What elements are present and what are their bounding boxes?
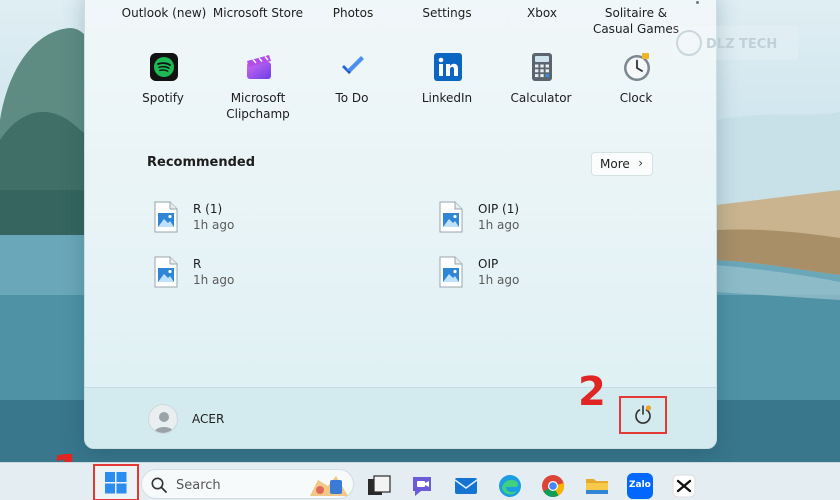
- recommended-item-oip[interactable]: OIP 1h ago: [438, 254, 638, 298]
- clock-icon: [624, 53, 650, 81]
- todo-icon: [342, 56, 364, 74]
- app-settings[interactable]: Settings: [392, 5, 502, 21]
- spotify-icon: [150, 53, 178, 81]
- app-clipchamp-label: Microsoft Clipchamp: [208, 90, 308, 122]
- taskbar: Search Zalo: [0, 462, 840, 500]
- image-file-icon: [154, 201, 178, 233]
- start-menu-footer: ACER: [85, 387, 716, 448]
- clipchamp-icon: [247, 55, 271, 79]
- task-view-icon[interactable]: [366, 473, 392, 499]
- recommended-item-oip1[interactable]: OIP (1) 1h ago: [438, 199, 638, 243]
- app-solitaire-line2: Casual Games: [592, 22, 680, 36]
- power-button[interactable]: [619, 396, 667, 434]
- search-placeholder: Search: [176, 478, 221, 493]
- app-microsoft-store[interactable]: Microsoft Store: [203, 5, 313, 21]
- edge-icon[interactable]: [497, 473, 523, 499]
- recommended-item-name: R: [193, 257, 202, 271]
- recommended-heading: Recommended: [147, 155, 256, 170]
- power-icon: [635, 405, 652, 424]
- recommended-item-time: 1h ago: [478, 218, 520, 232]
- app-spotify[interactable]: Spotify: [113, 52, 213, 132]
- app-todo-label: To Do: [335, 91, 369, 105]
- more-button-label: More: [600, 157, 630, 171]
- image-file-icon: [439, 201, 463, 233]
- image-file-icon: [439, 256, 463, 288]
- app-clock-label: Clock: [619, 91, 653, 105]
- more-button[interactable]: More ›: [591, 152, 653, 176]
- pinned-apps-top-row: Outlook (new) Microsoft Store Photos Set…: [85, 0, 716, 39]
- app-clipchamp-label-line1: Microsoft: [230, 91, 286, 105]
- recommended-item-name: R (1): [193, 202, 223, 216]
- search-highlight-illustration: [310, 476, 348, 496]
- step-2-annotation: 2: [578, 369, 606, 415]
- app-calculator-label: Calculator: [510, 91, 572, 105]
- dlz-tech-watermark: DLZ TECH: [672, 26, 798, 60]
- app-clock[interactable]: Clock: [586, 52, 686, 132]
- linkedin-icon: [434, 53, 462, 81]
- app-linkedin[interactable]: LinkedIn: [397, 52, 497, 132]
- recommended-item-name: OIP: [478, 257, 499, 271]
- image-file-icon: [154, 256, 178, 288]
- app-todo[interactable]: To Do: [302, 52, 402, 132]
- recommended-item-r[interactable]: R 1h ago: [153, 254, 353, 298]
- file-explorer-icon[interactable]: [584, 473, 610, 499]
- recommended-item-name: OIP (1): [478, 202, 520, 216]
- recommended-item-r1[interactable]: R (1) 1h ago: [153, 199, 353, 243]
- svg-text:DLZ TECH: DLZ TECH: [706, 37, 777, 52]
- user-name[interactable]: ACER: [192, 412, 224, 426]
- app-calculator[interactable]: Calculator: [491, 52, 591, 132]
- taskbar-search-box[interactable]: Search: [141, 469, 354, 499]
- zalo-icon-text: Zalo: [629, 480, 651, 490]
- user-icon: [154, 412, 174, 433]
- chrome-icon[interactable]: [540, 473, 566, 499]
- start-menu: Outlook (new) Microsoft Store Photos Set…: [84, 0, 717, 449]
- start-button[interactable]: [93, 464, 139, 500]
- user-avatar[interactable]: [148, 404, 178, 434]
- search-icon: [151, 477, 167, 493]
- app-linkedin-label: LinkedIn: [421, 91, 473, 105]
- teams-chat-icon[interactable]: [409, 473, 435, 499]
- app-clipchamp-label-line2: Clipchamp: [226, 107, 290, 121]
- scrollbar-indicator[interactable]: [696, 1, 699, 4]
- app-spotify-label: Spotify: [142, 91, 184, 105]
- capcut-icon[interactable]: [671, 473, 697, 499]
- zalo-icon[interactable]: Zalo: [627, 473, 653, 499]
- recommended-item-time: 1h ago: [478, 273, 520, 287]
- windows-logo-icon: [105, 472, 127, 494]
- calculator-icon: [532, 53, 552, 81]
- app-solitaire-line1: Solitaire &: [604, 6, 668, 20]
- recommended-item-time: 1h ago: [193, 218, 235, 232]
- recommended-item-time: 1h ago: [193, 273, 235, 287]
- app-clipchamp[interactable]: Microsoft Clipchamp: [208, 52, 308, 132]
- mail-icon[interactable]: [453, 473, 479, 499]
- chevron-right-icon: ›: [638, 156, 643, 170]
